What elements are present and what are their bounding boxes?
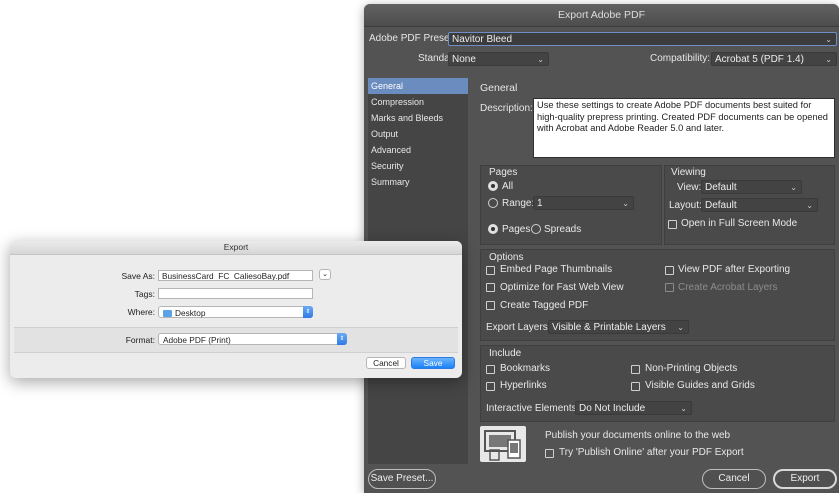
preset-value: Navitor Bleed [452,34,513,45]
where-value: Desktop [175,308,206,318]
view-value: Default [705,182,737,193]
chevron-down-icon: ⌄ [790,183,797,192]
sidebar-item-compression[interactable]: Compression [368,94,468,110]
tags-label: Tags: [134,289,155,299]
all-label: All [502,181,514,192]
hyperlinks-label: Hyperlinks [500,380,547,391]
preset-label: Adobe PDF Preset: [369,33,456,44]
cancel-button[interactable]: Cancel [366,357,406,369]
bookmarks-label: Bookmarks [500,363,551,374]
export-button[interactable]: Export [773,469,837,489]
layout-dropdown[interactable]: Default ⌄ [701,198,818,212]
range-value: 1 [537,198,543,209]
sidebar-item-general[interactable]: General [368,78,468,94]
pages-label: Pages [502,224,531,235]
spreads-label: Spreads [544,224,582,235]
range-label: Range: [502,198,535,209]
acrobat-layers-checkbox [665,283,674,292]
chevron-down-icon: ⌄ [622,199,629,208]
format-value: Adobe PDF (Print) [163,335,231,345]
chevron-down-icon: ⌄ [825,55,832,64]
interactive-elements-label: Interactive Elements: [486,403,580,414]
optimize-web-checkbox[interactable] [486,283,495,292]
tags-field[interactable] [158,288,313,299]
guides-grids-checkbox[interactable] [631,382,640,391]
spreads-radio[interactable] [531,224,541,234]
nonprinting-label: Non-Printing Objects [645,363,738,374]
up-down-stepper-icon: ⇕ [303,306,313,318]
sidebar-item-summary[interactable]: Summary [368,174,468,190]
up-down-stepper-icon: ⇕ [337,333,347,345]
publish-online-icon [480,426,526,462]
save-preset-button[interactable]: Save Preset... [368,469,436,489]
export-save-dialog: Export Save As: BusinessCard_FC_CaliesoB… [10,241,462,378]
optimize-web-label: Optimize for Fast Web View [500,282,624,293]
cancel-button[interactable]: Cancel [702,469,766,489]
sidebar-item-advanced[interactable]: Advanced [368,142,468,158]
compatibility-dropdown[interactable]: Acrobat 5 (PDF 1.4) ⌄ [711,52,837,66]
acrobat-layers-label: Create Acrobat Layers [678,282,778,293]
publish-heading: Publish your documents online to the web [545,430,731,441]
section-title: General [480,82,518,94]
range-radio[interactable] [488,198,498,208]
expand-dialog-button[interactable]: ⌄ [319,269,331,280]
sidebar-item-security[interactable]: Security [368,158,468,174]
bookmarks-checkbox[interactable] [486,365,495,374]
description-text[interactable]: Use these settings to create Adobe PDF d… [533,98,835,158]
pages-title: Pages [489,167,518,178]
save-as-label: Save As: [121,271,155,281]
view-label: View: [677,182,702,193]
hyperlinks-checkbox[interactable] [486,382,495,391]
layout-value: Default [705,200,737,211]
fullscreen-label: Open in Full Screen Mode [681,218,798,229]
tagged-pdf-label: Create Tagged PDF [500,300,589,311]
options-title: Options [489,252,524,263]
tagged-pdf-checkbox[interactable] [486,301,495,310]
description-label: Description: [480,103,533,114]
interactive-elements-dropdown[interactable]: Do Not Include ⌄ [575,401,692,415]
nonprinting-checkbox[interactable] [631,365,640,374]
export-dialog-title: Export [10,241,462,255]
chevron-down-icon: ⌄ [825,35,832,44]
export-layers-value: Visible & Printable Layers [552,322,666,333]
view-after-export-checkbox[interactable] [665,266,674,275]
guides-grids-label: Visible Guides and Grids [645,380,755,391]
viewing-title: Viewing [671,167,706,178]
preset-dropdown[interactable]: Navitor Bleed ⌄ [448,32,837,46]
range-input[interactable]: 1 ⌄ [533,196,634,210]
interactive-elements-value: Do Not Include [579,403,646,414]
save-button[interactable]: Save [411,357,455,369]
embed-thumbnails-checkbox[interactable] [486,266,495,275]
chevron-down-icon: ⌄ [322,271,328,278]
include-title: Include [489,348,522,359]
compatibility-label: Compatibility: [650,53,711,64]
sidebar-item-output[interactable]: Output [368,126,468,142]
export-layers-label: Export Layers: [486,322,551,333]
where-label: Where: [127,307,155,317]
compatibility-value: Acrobat 5 (PDF 1.4) [715,54,804,65]
pdf-dialog-title: Export Adobe PDF [364,4,839,27]
fullscreen-checkbox[interactable] [668,220,677,229]
chevron-down-icon: ⌄ [537,55,544,64]
standard-dropdown[interactable]: None ⌄ [448,52,549,66]
view-dropdown[interactable]: Default ⌄ [701,180,802,194]
chevron-down-icon: ⌄ [806,201,813,210]
export-layers-dropdown[interactable]: Visible & Printable Layers ⌄ [548,320,689,334]
layout-label: Layout: [669,200,702,211]
where-popup[interactable]: Desktop ⇕ [158,306,313,318]
embed-thumbnails-label: Embed Page Thumbnails [500,264,613,275]
standard-value: None [452,54,476,65]
format-popup[interactable]: Adobe PDF (Print) ⇕ [158,333,347,345]
sidebar-item-marks-and-bleeds[interactable]: Marks and Bleeds [368,110,468,126]
save-as-field[interactable]: BusinessCard_FC_CaliesoBay.pdf [158,270,313,281]
format-label: Format: [125,335,155,345]
pages-radio[interactable] [488,224,498,234]
all-radio[interactable] [488,181,498,191]
view-after-export-label: View PDF after Exporting [678,264,791,275]
publish-online-checkbox[interactable] [545,449,554,458]
folder-icon [163,310,172,317]
chevron-down-icon: ⌄ [680,404,687,413]
publish-online-label: Try 'Publish Online' after your PDF Expo… [559,447,744,458]
chevron-down-icon: ⌄ [677,323,684,332]
